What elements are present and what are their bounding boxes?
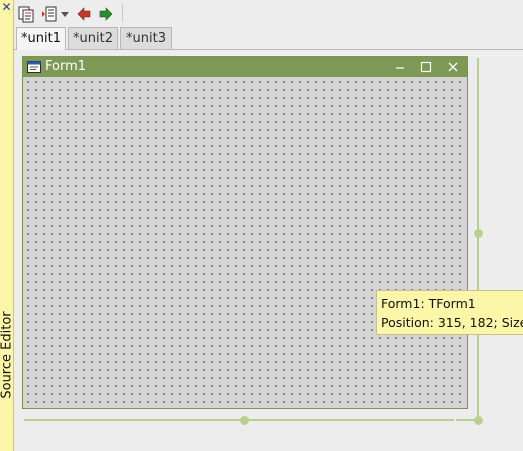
resize-guide-bottom: [24, 419, 454, 421]
form-designer: Form1 Form1: TForm1 Position: 315, 182; …: [14, 50, 523, 451]
jump-forward-icon[interactable]: [96, 4, 116, 24]
toggle-form-unit-icon[interactable]: [16, 4, 36, 24]
form-position-hint: Form1: TForm1 Position: 315, 182; Size: …: [376, 290, 523, 335]
tab-unit1[interactable]: *unit1: [16, 27, 66, 50]
resize-grip-right[interactable]: [474, 229, 483, 238]
dropdown-arrow-icon[interactable]: [58, 4, 72, 24]
resize-grip-bottom[interactable]: [240, 416, 249, 425]
ide-window: ✕ Source Editor *unit1 *unit2 *unit3 For…: [0, 0, 523, 451]
minimize-icon[interactable]: [393, 60, 407, 74]
resize-guide-bottom-corner: [456, 419, 474, 421]
tab-unit2[interactable]: *unit2: [68, 27, 118, 49]
hint-line-name: Form1: TForm1: [381, 296, 476, 311]
resize-guide-right: [477, 58, 479, 420]
maximize-icon[interactable]: [419, 60, 433, 74]
dock-title: Source Editor: [0, 311, 15, 399]
component-list-icon[interactable]: [40, 4, 60, 24]
form-icon: [27, 61, 41, 73]
toolbar-separator: [122, 4, 123, 22]
form-title: Form1: [45, 59, 87, 74]
form-window[interactable]: Form1: [22, 56, 468, 409]
tab-unit3[interactable]: *unit3: [120, 27, 172, 49]
form-titlebar[interactable]: Form1: [23, 57, 467, 77]
form-design-grid[interactable]: [23, 77, 467, 408]
editor-tabs: *unit1 *unit2 *unit3: [14, 27, 523, 50]
source-editor-dock[interactable]: ✕ Source Editor: [0, 0, 15, 451]
close-icon[interactable]: [446, 60, 460, 74]
resize-grip-corner[interactable]: [474, 416, 483, 425]
editor-toolbar: [14, 0, 523, 27]
dock-close-icon[interactable]: ✕: [0, 1, 13, 14]
hint-line-position: Position: 315, 182; Size: 464, 351: [381, 315, 523, 330]
jump-back-icon[interactable]: [74, 4, 94, 24]
